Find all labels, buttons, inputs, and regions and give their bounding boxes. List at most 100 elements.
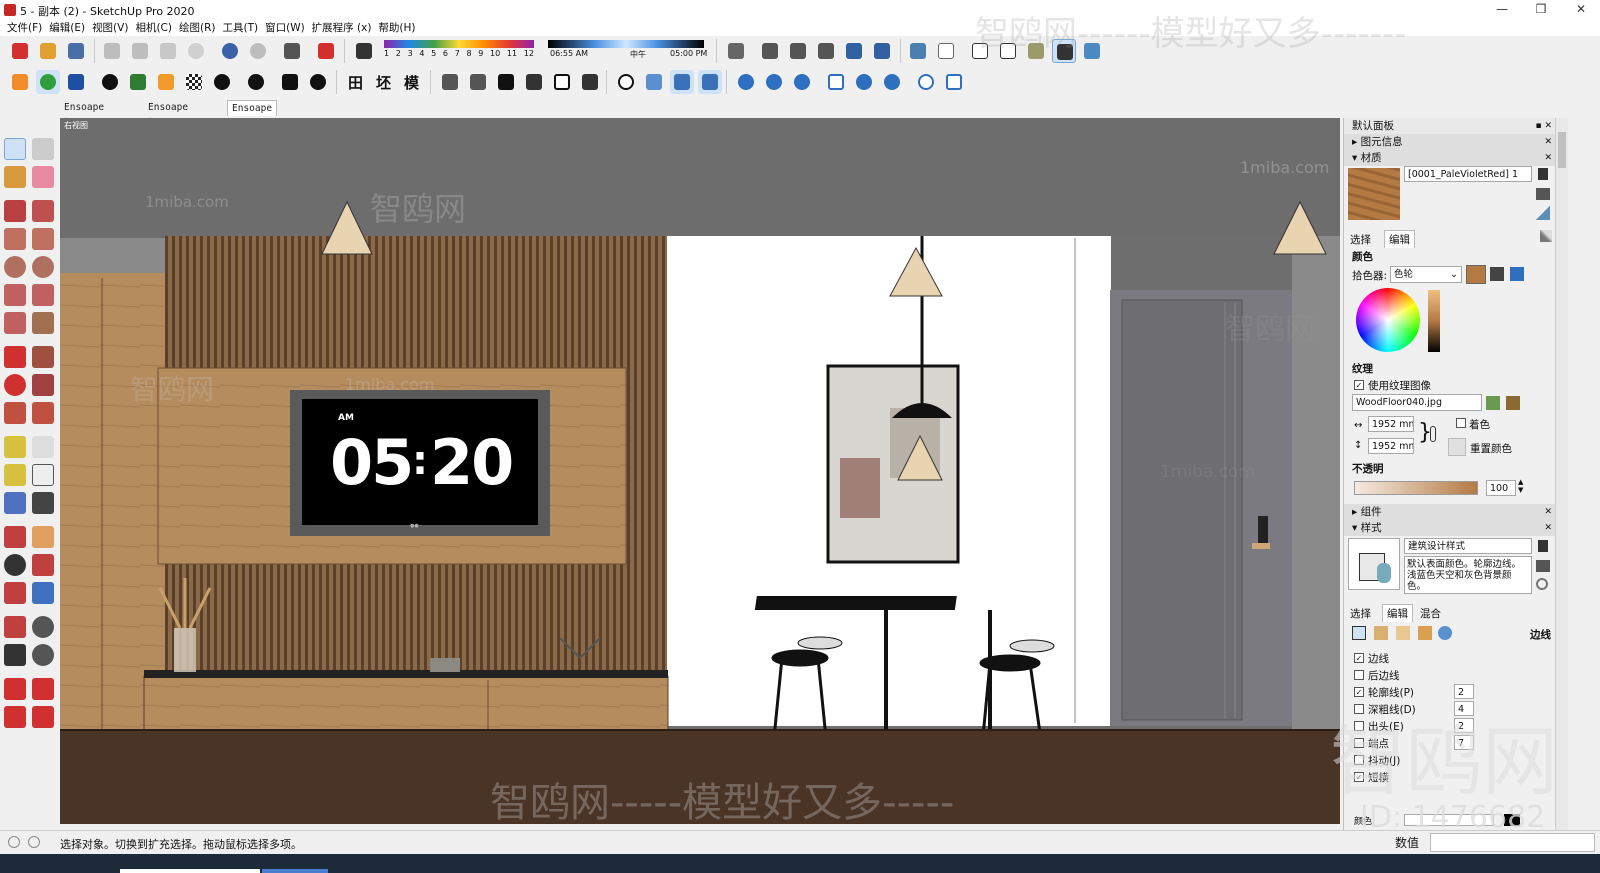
current-color-swatch[interactable] bbox=[1466, 265, 1486, 284]
push-pull-icon[interactable] bbox=[32, 346, 54, 368]
tab-material-select[interactable]: 选择 bbox=[1350, 232, 1371, 247]
close-icon[interactable]: ✕ bbox=[1544, 150, 1552, 166]
measurements-box[interactable] bbox=[1430, 833, 1595, 852]
menu-file[interactable]: 文件(F) bbox=[7, 20, 42, 36]
move-icon[interactable] bbox=[4, 346, 26, 368]
enscape-views-icon[interactable] bbox=[64, 70, 88, 94]
section-cube-icon[interactable] bbox=[642, 70, 666, 94]
warehouse-icon[interactable] bbox=[438, 70, 462, 94]
credits-icon[interactable] bbox=[28, 836, 40, 848]
offset-icon[interactable] bbox=[32, 402, 54, 424]
polygon-icon[interactable] bbox=[32, 256, 54, 278]
menu-window[interactable]: 窗口(W) bbox=[265, 20, 305, 36]
browse-texture-icon[interactable] bbox=[1486, 396, 1500, 410]
orbit-icon[interactable] bbox=[4, 526, 26, 548]
watermark-settings-icon[interactable] bbox=[1418, 626, 1432, 640]
opacity-slider[interactable] bbox=[1354, 481, 1478, 495]
close-icon[interactable]: ✕ bbox=[1544, 134, 1552, 150]
taskbar-item[interactable] bbox=[262, 869, 328, 873]
protractor-icon[interactable] bbox=[4, 464, 26, 486]
model-viewport[interactable]: 右视图 AM 05 : 20 ●● bbox=[60, 118, 1340, 824]
component-tool-icon[interactable] bbox=[32, 138, 54, 160]
sandbox-a-icon[interactable] bbox=[4, 678, 26, 700]
scale-icon[interactable] bbox=[4, 402, 26, 424]
close-button[interactable]: ✕ bbox=[1566, 2, 1596, 18]
look-around-icon[interactable] bbox=[32, 616, 54, 638]
texture-file-field[interactable]: WoodFloor040.jpg bbox=[1352, 394, 1482, 411]
enscape-logo-icon[interactable] bbox=[8, 70, 32, 94]
opacity-spinner[interactable]: ▲ ▼ bbox=[1518, 478, 1523, 494]
use-texture-checkbox[interactable]: ✓ bbox=[1354, 380, 1364, 390]
sample-paint-icon[interactable] bbox=[1536, 206, 1550, 220]
entity-info-header[interactable]: ▸ 图元信息 ✕ bbox=[1344, 134, 1556, 150]
tree-icon[interactable] bbox=[126, 70, 150, 94]
shadows-toggle-icon[interactable] bbox=[352, 39, 376, 63]
save-icon[interactable] bbox=[64, 39, 88, 63]
pan-hand-icon[interactable] bbox=[32, 526, 54, 548]
shaded-icon[interactable] bbox=[1024, 39, 1048, 63]
tray-pin-icon[interactable]: ▪ ✕ bbox=[1535, 118, 1552, 134]
component-icon[interactable] bbox=[466, 70, 490, 94]
profiles-width-field[interactable]: 2 bbox=[1454, 684, 1474, 699]
extension-field[interactable]: 2 bbox=[1454, 718, 1474, 733]
gauge-icon[interactable] bbox=[880, 70, 904, 94]
background-settings-icon[interactable] bbox=[1396, 626, 1410, 640]
style-name-field[interactable]: 建筑设计样式 bbox=[1404, 538, 1532, 554]
back-view-icon[interactable] bbox=[870, 39, 894, 63]
flower-icon[interactable] bbox=[852, 70, 876, 94]
erase-icon[interactable] bbox=[184, 39, 208, 63]
hidden-line-icon[interactable] bbox=[996, 39, 1020, 63]
arc-icon[interactable] bbox=[4, 284, 26, 306]
line-tool-icon[interactable] bbox=[4, 200, 26, 222]
aspect-lock-icon[interactable] bbox=[1430, 426, 1436, 442]
info-icon[interactable] bbox=[306, 70, 330, 94]
menu-camera[interactable]: 相机(C) bbox=[135, 20, 172, 36]
wireframe-icon[interactable] bbox=[968, 39, 992, 63]
texture-width-field[interactable]: 1952 mm bbox=[1368, 416, 1414, 432]
store-icon[interactable] bbox=[522, 70, 546, 94]
create-style-icon[interactable] bbox=[1538, 540, 1548, 552]
settings-gear-icon[interactable] bbox=[244, 70, 268, 94]
circle-sync-icon[interactable] bbox=[914, 70, 938, 94]
dimension-icon[interactable] bbox=[32, 436, 54, 458]
ruby-gem-icon[interactable] bbox=[32, 706, 54, 728]
endpoints-field[interactable]: 7 bbox=[1454, 735, 1474, 750]
enscape-sync-icon[interactable] bbox=[36, 70, 60, 94]
texture-height-field[interactable]: 1952 mm bbox=[1368, 438, 1414, 454]
match-screen-color-icon[interactable] bbox=[1510, 267, 1524, 281]
menu-help[interactable]: 帮助(H) bbox=[378, 20, 415, 36]
modeling-settings-icon[interactable] bbox=[1438, 626, 1452, 640]
upload-cloud-icon[interactable] bbox=[210, 70, 234, 94]
cloud-b-icon[interactable] bbox=[762, 70, 786, 94]
endpoints-checkbox[interactable] bbox=[1354, 738, 1364, 748]
tab-scene-16[interactable]: Ensoape 场景 16 bbox=[227, 100, 278, 130]
arc-3pt-icon[interactable] bbox=[4, 312, 26, 334]
month-slider[interactable] bbox=[384, 40, 534, 48]
taskbar-item[interactable] bbox=[120, 869, 260, 873]
time-slider[interactable] bbox=[548, 40, 704, 48]
undo-icon[interactable] bbox=[218, 39, 242, 63]
house-icon[interactable] bbox=[494, 70, 518, 94]
redo-icon[interactable] bbox=[246, 39, 270, 63]
create-material-icon[interactable] bbox=[1538, 168, 1548, 180]
jitter-checkbox[interactable] bbox=[1354, 755, 1364, 765]
paint-bucket-icon[interactable] bbox=[4, 166, 26, 188]
back-edges-checkbox[interactable] bbox=[1354, 670, 1364, 680]
brightness-slider[interactable] bbox=[1428, 290, 1440, 352]
eraser-icon[interactable] bbox=[32, 166, 54, 188]
checker-icon[interactable] bbox=[182, 70, 206, 94]
depth-cue-field[interactable]: 4 bbox=[1454, 701, 1474, 716]
front-view-icon[interactable] bbox=[814, 39, 838, 63]
tab-style-edit[interactable]: 编辑 bbox=[1382, 604, 1413, 622]
mail-icon[interactable] bbox=[278, 70, 302, 94]
rectangle-icon[interactable] bbox=[4, 228, 26, 250]
color-picker-select[interactable]: 色轮 ⌄ bbox=[1390, 266, 1462, 283]
hex-icon[interactable] bbox=[942, 70, 966, 94]
styles-header[interactable]: ▾ 样式 ✕ bbox=[1344, 520, 1556, 536]
edge-settings-icon[interactable] bbox=[1352, 626, 1366, 640]
colorize-checkbox[interactable] bbox=[1456, 418, 1466, 428]
material-swatch[interactable] bbox=[1348, 168, 1400, 220]
warehouse-share-icon[interactable] bbox=[4, 706, 26, 728]
section-display-icon[interactable] bbox=[670, 70, 694, 94]
monochrome-icon[interactable] bbox=[1080, 39, 1104, 63]
